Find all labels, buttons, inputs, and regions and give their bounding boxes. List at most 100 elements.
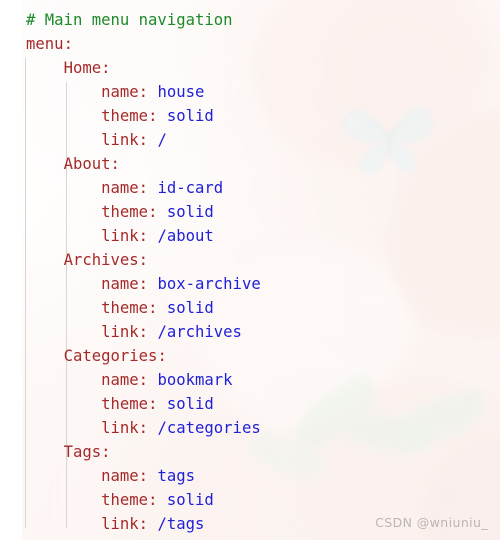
code-line: link: /archives: [26, 320, 496, 344]
code-key: Home: [63, 59, 102, 77]
code-punctuation: :: [138, 131, 158, 149]
code-key: menu: [26, 35, 64, 53]
code-key: About: [63, 155, 111, 173]
code-key: theme: [101, 107, 149, 125]
code-punctuation: :: [157, 347, 167, 365]
code-punctuation: :: [101, 443, 111, 461]
code-key: Archives: [63, 251, 139, 269]
code-line-list: # Main menu navigation menu: Home: name: …: [26, 8, 496, 536]
code-key: name: [101, 179, 139, 197]
code-punctuation: :: [138, 419, 158, 437]
code-punctuation: :: [148, 107, 167, 125]
code-line: Home:: [26, 56, 496, 80]
code-punctuation: :: [138, 83, 158, 101]
code-line: theme: solid: [26, 488, 496, 512]
code-line: name: bookmark: [26, 368, 496, 392]
code-value: house: [157, 83, 205, 101]
code-punctuation: :: [110, 155, 120, 173]
code-line: Tags:: [26, 440, 496, 464]
code-punctuation: :: [63, 35, 73, 53]
code-value: solid: [166, 107, 214, 125]
yaml-code-block[interactable]: # Main menu navigation menu: Home: name: …: [0, 0, 500, 540]
code-punctuation: :: [138, 227, 158, 245]
code-key: theme: [101, 203, 149, 221]
code-value: tags: [157, 467, 196, 485]
code-value: box-archive: [157, 275, 261, 293]
code-line: theme: solid: [26, 200, 496, 224]
code-punctuation: :: [138, 515, 158, 533]
code-key: link: [101, 419, 139, 437]
code-line: Archives:: [26, 248, 496, 272]
code-value: /about: [157, 227, 214, 245]
code-punctuation: :: [138, 371, 158, 389]
code-value: solid: [166, 299, 214, 317]
code-line: Categories:: [26, 344, 496, 368]
code-comment: # Main menu navigation: [26, 11, 233, 29]
code-line: name: tags: [26, 464, 496, 488]
code-punctuation: :: [138, 179, 158, 197]
code-line: menu:: [26, 32, 496, 56]
code-line: name: house: [26, 80, 496, 104]
code-line: link: /categories: [26, 416, 496, 440]
code-key: theme: [101, 299, 149, 317]
code-key: link: [101, 227, 139, 245]
code-punctuation: :: [148, 491, 167, 509]
code-value: /: [157, 131, 167, 149]
code-key: name: [101, 467, 139, 485]
code-punctuation: :: [148, 395, 167, 413]
code-line: theme: solid: [26, 104, 496, 128]
code-punctuation: :: [138, 323, 158, 341]
code-key: theme: [101, 395, 149, 413]
code-line: link: /: [26, 128, 496, 152]
csdn-watermark: CSDN @wniuniu_: [375, 515, 488, 530]
code-key: name: [101, 275, 139, 293]
code-punctuation: :: [138, 467, 158, 485]
code-value: id-card: [157, 179, 224, 197]
code-line: # Main menu navigation: [26, 8, 496, 32]
code-value: /archives: [157, 323, 242, 341]
code-value: /categories: [157, 419, 261, 437]
code-punctuation: :: [148, 203, 167, 221]
code-key: link: [101, 131, 139, 149]
code-value: bookmark: [157, 371, 233, 389]
code-key: theme: [101, 491, 149, 509]
code-punctuation: :: [148, 299, 167, 317]
code-key: name: [101, 371, 139, 389]
code-line: link: /about: [26, 224, 496, 248]
code-punctuation: :: [101, 59, 111, 77]
code-value: solid: [166, 491, 214, 509]
code-value: solid: [166, 395, 214, 413]
code-line: name: box-archive: [26, 272, 496, 296]
code-key: name: [101, 83, 139, 101]
code-line: name: id-card: [26, 176, 496, 200]
code-key: link: [101, 515, 139, 533]
code-punctuation: :: [138, 251, 149, 269]
code-value: /tags: [157, 515, 205, 533]
code-key: link: [101, 323, 139, 341]
code-punctuation: :: [138, 275, 158, 293]
code-key: Categories: [63, 347, 158, 365]
code-line: theme: solid: [26, 296, 496, 320]
code-key: Tags: [63, 443, 102, 461]
code-line: About:: [26, 152, 496, 176]
code-value: solid: [166, 203, 214, 221]
